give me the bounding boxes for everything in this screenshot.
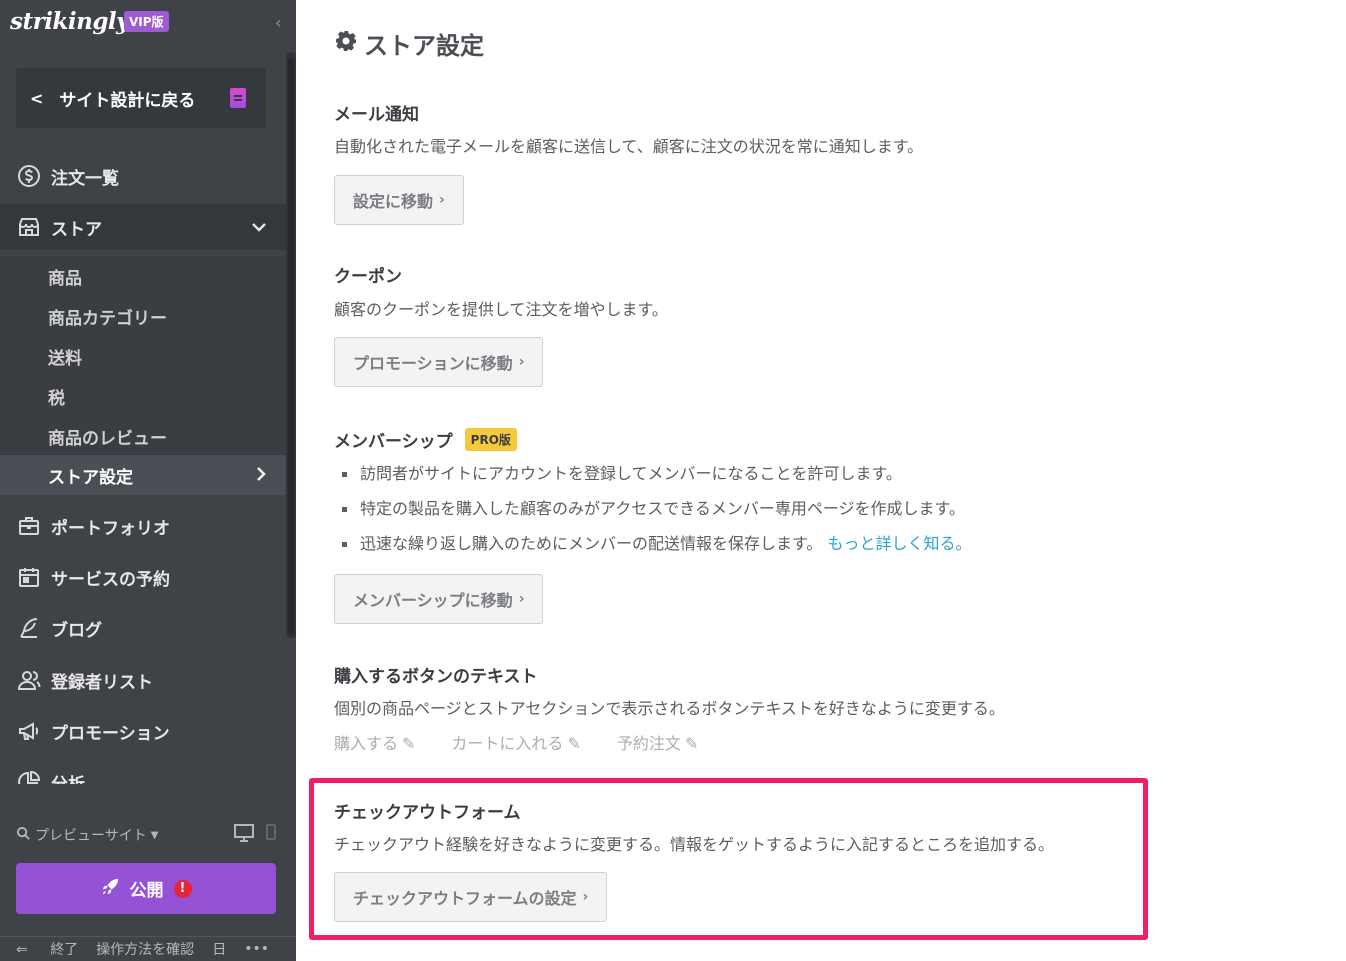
edit-buy-label[interactable]: 購入する ✎ [334,730,415,754]
page-title: ストア設定 [334,26,484,61]
vip-badge: VIP版 [124,11,169,32]
button-label: メンバーシップに移動 [353,591,513,610]
edit-preorder-label[interactable]: 予約注文 ✎ [617,730,698,754]
nav-label: サービスの予約 [51,569,170,590]
language-selector[interactable]: 日 [212,939,226,959]
feather-pen-icon [17,616,41,640]
pencil-icon: ✎ [402,734,416,753]
nav-label: ブログ [51,620,102,641]
edit-add-to-cart-label[interactable]: カートに入れる ✎ [451,730,580,754]
membership-bullets: 訪問者がサイトにアカウントを登録してメンバーになることを許可します。 特定の製品… [342,460,972,565]
chevron-right-icon: › [518,591,525,607]
sub-nav-product-reviews[interactable]: 商品のレビュー [0,416,286,456]
sub-nav-product-categories[interactable]: 商品カテゴリー [0,296,286,336]
chevron-down-icon [252,218,266,236]
membership-title-text: メンバーシップ [334,432,453,452]
pencil-icon: ✎ [684,734,699,753]
email-notification-desc: 自動化された電子メールを顧客に送信して、顧客に注文の状況を常に通知します。 [334,137,924,156]
preview-site-row[interactable]: プレビューサイト ▼ [16,823,276,847]
nav-blog[interactable]: ブログ [0,605,286,651]
sub-nav-tax[interactable]: 税 [0,376,286,416]
chevron-right-icon [256,466,266,485]
buy-button-edit-links: 購入する ✎ カートに入れる ✎ 予約注文 ✎ [334,730,698,754]
nav-label: ポートフォリオ [51,518,170,539]
sidebar: strikingly VIP版 ‹ < サイト設計に戻る 注文一覧 ストア 商品… [0,0,296,961]
document-icon [230,88,246,108]
sub-nav-shipping[interactable]: 送料 [0,336,286,376]
sidebar-footer: ⇐ 終了 操作方法を確認 日 ••• [0,936,296,961]
desktop-icon[interactable] [234,824,254,846]
coupon-desc: 顧客のクーポンを提供して注文を増やします。 [334,300,668,319]
nav-orders[interactable]: 注文一覧 [0,153,286,199]
list-item: 特定の製品を購入した顧客のみがアクセスできるメンバー専用ページを作成します。 [342,495,972,530]
store-icon [17,215,41,239]
sub-nav-label: ストア設定 [48,467,133,488]
page-title-text: ストア設定 [364,32,484,60]
go-to-membership-button[interactable]: メンバーシップに移動 › [334,574,544,624]
arrow-left-icon: ⇐ [16,942,28,958]
gear-icon [334,29,358,59]
alert-icon: ! [173,879,192,898]
membership-title: メンバーシップ PRO版 [334,427,517,452]
collapse-sidebar-button[interactable]: ‹ [275,13,281,32]
checkout-form-title: チェックアウトフォーム [334,803,521,823]
go-to-promotion-button[interactable]: プロモーションに移動 › [334,337,544,387]
nav-subscriber-list[interactable]: 登録者リスト [0,657,286,703]
list-item: 訪問者がサイトにアカウントを登録してメンバーになることを許可します。 [342,460,972,495]
pro-badge: PRO版 [464,428,517,451]
exit-link[interactable]: ⇐ 終了 [16,939,78,959]
sidebar-scrollbar-thumb[interactable] [288,58,294,634]
briefcase-icon [17,514,41,538]
calendar-icon [17,565,41,589]
more-menu-icon[interactable]: ••• [244,941,269,957]
button-label: プロモーションに移動 [353,354,513,373]
publish-label: 公開 [129,881,164,901]
pencil-icon: ✎ [567,734,581,753]
chevron-right-icon: › [582,889,589,905]
nav-service-booking[interactable]: サービスの予約 [0,554,286,600]
brand-logo[interactable]: strikingly [10,8,130,35]
preview-site-label: プレビューサイト [35,828,147,844]
back-to-site-editor-button[interactable]: < サイト設計に戻る [16,68,266,128]
howto-link[interactable]: 操作方法を確認 [96,939,194,959]
sub-nav-products[interactable]: 商品 [0,256,286,296]
exit-label: 終了 [50,942,79,958]
nav-label: 登録者リスト [51,672,153,693]
nav-promotion[interactable]: プロモーション [0,708,286,754]
search-icon [16,826,31,845]
nav-analytics[interactable]: 分析 [0,762,286,784]
go-to-settings-button[interactable]: 設定に移動 › [334,175,464,225]
coupon-title: クーポン [334,267,402,287]
button-label: 設定に移動 [353,192,434,211]
chevron-right-icon: › [518,354,525,370]
learn-more-link[interactable]: もっと詳しく知る。 [828,534,972,553]
email-notification-title: メール通知 [334,105,419,125]
sub-nav-store-settings[interactable]: ストア設定 [0,455,286,495]
dollar-circle-icon [17,164,41,188]
chevron-right-icon: › [439,192,445,208]
users-icon [17,668,41,692]
caret-down-icon: ▼ [150,829,159,841]
nav-store[interactable]: ストア [0,204,286,250]
megaphone-icon [17,719,41,743]
buy-button-text-title: 購入するボタンのテキスト [334,667,538,687]
nav-label: ストア [51,219,102,240]
nav-portfolio[interactable]: ポートフォリオ [0,503,286,549]
nav-label: 分析 [51,770,85,784]
publish-button[interactable]: 公開 ! [16,863,276,914]
button-label: チェックアウトフォームの設定 [353,889,577,908]
rocket-icon [101,877,120,901]
list-item: 迅速な繰り返し購入のためにメンバーの配送情報を保存します。 もっと詳しく知る。 [342,530,972,565]
nav-label: 注文一覧 [51,168,119,189]
device-toggle [234,824,276,846]
chevron-left-icon: < [30,88,44,108]
buy-button-text-desc: 個別の商品ページとストアセクションで表示されるボタンテキストを好きなように変更す… [334,699,1005,718]
nav-label: プロモーション [51,723,170,744]
pie-chart-icon [17,770,41,784]
mobile-icon[interactable] [266,824,276,846]
main-content: ストア設定 メール通知 自動化された電子メールを顧客に送信して、顧客に注文の状況… [296,0,1346,961]
checkout-form-settings-button[interactable]: チェックアウトフォームの設定 › [334,872,608,922]
back-label: サイト設計に戻る [59,90,196,111]
checkout-form-desc: チェックアウト経験を好きなように変更する。情報をゲットするように入記するところを… [334,835,1055,854]
